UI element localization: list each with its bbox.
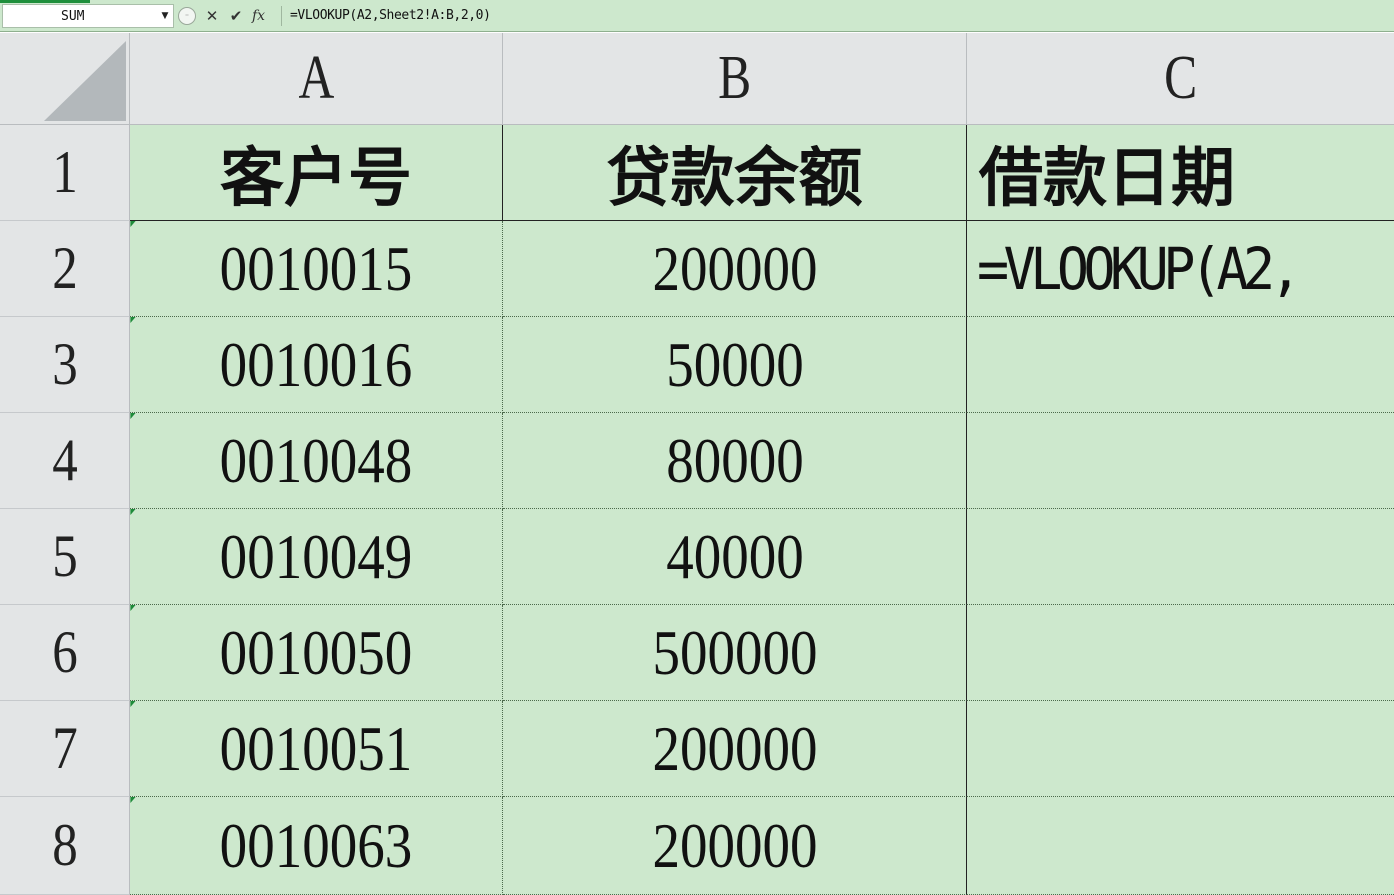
active-indicator: [0, 0, 90, 3]
cell-a1[interactable]: 客户号: [130, 125, 503, 221]
cell-b1[interactable]: 贷款余额: [503, 125, 967, 221]
cell-a3[interactable]: 0010016: [130, 317, 503, 413]
cell-a8[interactable]: 0010063: [130, 797, 503, 895]
cell-a4[interactable]: 0010048: [130, 413, 503, 509]
cell-a2[interactable]: 0010015: [130, 221, 503, 317]
select-all-corner[interactable]: [0, 33, 130, 125]
cell-c6[interactable]: [966, 605, 1394, 701]
formula-bar: SUM ▼ ⁼ ✕ ✔ fx =VLOOKUP(A2,Sheet2!A:B,2,…: [0, 0, 1394, 32]
cell-c7[interactable]: [966, 701, 1394, 797]
collapse-icon[interactable]: ⁼: [178, 7, 196, 25]
cell-b3[interactable]: 50000: [503, 317, 967, 413]
number-as-text-marker: [130, 605, 136, 611]
cancel-icon[interactable]: ✕: [204, 7, 220, 25]
confirm-icon[interactable]: ✔: [228, 7, 244, 25]
row-header-3[interactable]: 3: [0, 317, 130, 413]
cell-b6[interactable]: 500000: [503, 605, 967, 701]
row-header-2[interactable]: 2: [0, 221, 130, 317]
chevron-down-icon[interactable]: ▼: [157, 11, 173, 21]
formula-input[interactable]: =VLOOKUP(A2,Sheet2!A:B,2,0): [290, 4, 491, 28]
formula-tools: ⁼ ✕ ✔ fx: [178, 4, 265, 28]
name-box-value: SUM: [61, 8, 85, 24]
cell-a7[interactable]: 0010051: [130, 701, 503, 797]
cell-c3[interactable]: [966, 317, 1394, 413]
cell-b8[interactable]: 200000: [503, 797, 967, 895]
row-header-4[interactable]: 4: [0, 413, 130, 509]
number-as-text-marker: [130, 509, 136, 515]
cell-c2-editing[interactable]: =VLOOKUP(A2,: [966, 221, 1394, 317]
column-header-b[interactable]: B: [503, 33, 967, 125]
row-header-8[interactable]: 8: [0, 797, 130, 895]
row-header-6[interactable]: 6: [0, 605, 130, 701]
spreadsheet-grid: A B C 1 2 3 4 5 6 7 8 客户号 贷款余额 借款日期 0010…: [0, 33, 1394, 895]
number-as-text-marker: [130, 221, 136, 227]
cell-c5[interactable]: [966, 509, 1394, 605]
cell-b7[interactable]: 200000: [503, 701, 967, 797]
number-as-text-marker: [130, 797, 136, 803]
cell-c8[interactable]: [966, 797, 1394, 895]
insert-function-icon[interactable]: fx: [252, 8, 265, 24]
cell-a5[interactable]: 0010049: [130, 509, 503, 605]
cell-b4[interactable]: 80000: [503, 413, 967, 509]
row-header-1[interactable]: 1: [0, 125, 130, 221]
cell-c4[interactable]: [966, 413, 1394, 509]
name-box[interactable]: SUM ▼: [2, 4, 174, 28]
row-header-7[interactable]: 7: [0, 701, 130, 797]
cell-c1[interactable]: 借款日期: [966, 125, 1394, 221]
number-as-text-marker: [130, 317, 136, 323]
column-header-a[interactable]: A: [130, 33, 503, 125]
cell-a6[interactable]: 0010050: [130, 605, 503, 701]
cell-b5[interactable]: 40000: [503, 509, 967, 605]
formula-bar-divider: [281, 6, 282, 26]
column-header-c[interactable]: C: [967, 33, 1394, 125]
select-all-triangle-icon: [44, 41, 126, 121]
number-as-text-marker: [130, 413, 136, 419]
row-header-5[interactable]: 5: [0, 509, 130, 605]
number-as-text-marker: [130, 701, 136, 707]
cell-b2[interactable]: 200000: [503, 221, 967, 317]
